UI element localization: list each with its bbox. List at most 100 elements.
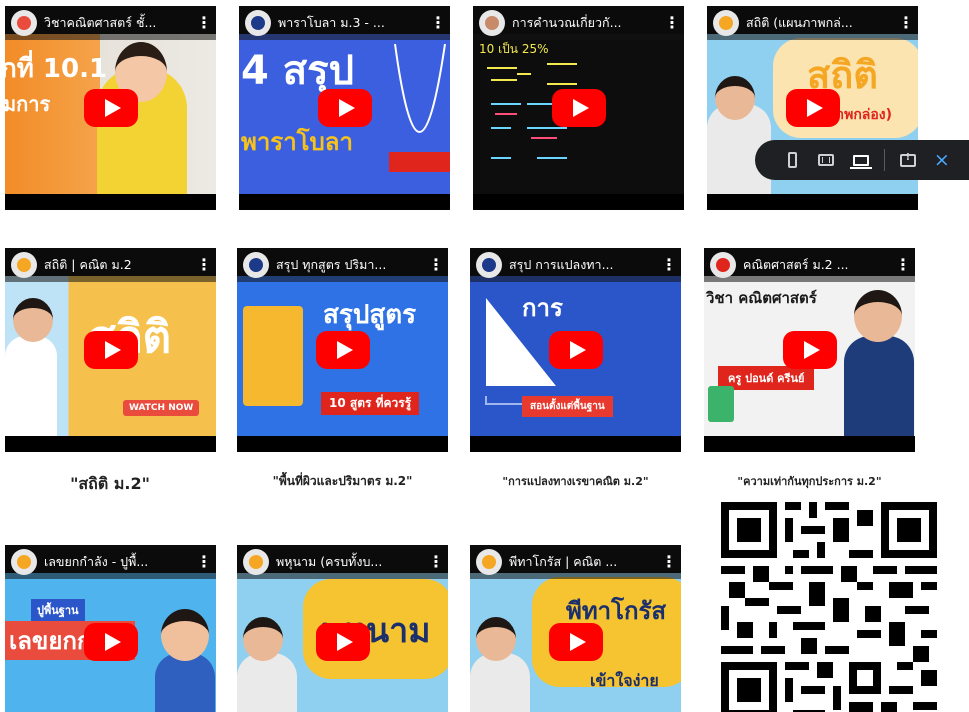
thumbnail-subtext: WATCH NOW <box>123 400 200 416</box>
presenter-image <box>470 653 530 712</box>
channel-avatar[interactable] <box>476 549 502 575</box>
presenter-image <box>155 653 215 712</box>
close-icon: × <box>933 148 950 171</box>
presenter-image <box>5 336 57 436</box>
video-title[interactable]: พหุนาม (ครบทั้งบ... <box>276 552 428 572</box>
video-topbar: สถิติ (แผนภาพกล่... ⋮ <box>707 6 918 40</box>
qr-code <box>721 502 937 712</box>
play-button[interactable] <box>83 622 138 661</box>
more-menu-icon[interactable]: ⋮ <box>661 257 677 273</box>
video-card[interactable]: พหุนาม (ครบทั้งบ... ⋮ พหุนาม <box>237 545 448 712</box>
laptop-icon <box>849 154 872 169</box>
channel-avatar[interactable] <box>11 252 37 278</box>
qr-code-image <box>721 502 937 712</box>
channel-avatar[interactable] <box>243 549 269 575</box>
video-topbar: พหุนาม (ครบทั้งบ... ⋮ <box>237 545 448 579</box>
feedback-button[interactable] <box>891 145 925 175</box>
thumbnail-subtext: มการ <box>5 92 51 116</box>
thumbnail-text: วิชา คณิตศาสตร์ <box>706 289 817 307</box>
presenter-face <box>715 76 755 120</box>
playlist-caption: "ความเท่ากันทุกประการ ม.2" <box>737 475 882 488</box>
video-card[interactable]: สรุป การแปลงทา... ⋮ การ สอนตั้งแต่พื้นฐา… <box>470 248 681 452</box>
presenter-face <box>161 609 209 661</box>
playlist-caption: "พื้นที่ผิวและปริมาตร ม.2" <box>272 474 413 488</box>
more-menu-icon[interactable]: ⋮ <box>664 15 680 31</box>
thumbnail-subtext: 10 สูตร ที่ควรรู้ <box>321 392 420 415</box>
thumbnail-subtext: สอนตั้งแต่พื้นฐาน <box>522 396 613 417</box>
tablet-icon <box>818 154 835 166</box>
more-menu-icon[interactable]: ⋮ <box>196 554 212 570</box>
video-card[interactable]: สรุป ทุกสูตร ปริมา... ⋮ สรุปสูตร 10 สูตร… <box>237 248 448 452</box>
video-card[interactable]: เลขยกกำลัง - ปูพื้... ⋮ ปูพื้นฐาน เลขยกก… <box>5 545 216 712</box>
video-title[interactable]: คณิตศาสตร์ ม.2 ... <box>743 255 895 275</box>
video-card[interactable]: การคำนวณเกี่ยวกั... ⋮ 10 เป็น 25% <box>473 6 684 210</box>
video-card[interactable]: คณิตศาสตร์ ม.2 ... ⋮ วิชา คณิตศาสตร์ ครู… <box>704 248 915 452</box>
more-menu-icon[interactable]: ⋮ <box>196 257 212 273</box>
video-title[interactable]: วิชาคณิตศาสตร์ ชั้... <box>44 13 196 33</box>
calculator-image <box>708 386 734 422</box>
play-button[interactable] <box>548 622 603 661</box>
play-button[interactable] <box>317 89 372 127</box>
thumbnail-subtext: ปูพื้นฐาน <box>31 599 85 621</box>
channel-avatar[interactable] <box>476 252 502 278</box>
video-title[interactable]: สรุป ทุกสูตร ปริมา... <box>276 255 428 275</box>
play-button[interactable] <box>83 89 138 127</box>
video-card[interactable]: พาราโบลา ม.3 - ... ⋮ 4 สรุป พาราโบลา <box>239 6 450 210</box>
video-card[interactable]: สถิติ | คณิต ม.2 ⋮ สถิติ WATCH NOW <box>5 248 216 452</box>
more-menu-icon[interactable]: ⋮ <box>430 15 446 31</box>
device-preview-toolbar: × <box>755 140 969 180</box>
channel-avatar[interactable] <box>479 10 505 36</box>
channel-avatar[interactable] <box>713 10 739 36</box>
video-title[interactable]: สรุป การแปลงทา... <box>509 255 661 275</box>
more-menu-icon[interactable]: ⋮ <box>898 15 914 31</box>
more-menu-icon[interactable]: ⋮ <box>895 257 911 273</box>
video-card[interactable]: วิชาคณิตศาสตร์ ชั้... ⋮ กที่ 10.1 มการ <box>5 6 216 210</box>
channel-avatar[interactable] <box>11 549 37 575</box>
presenter-face <box>476 617 516 661</box>
thumbnail-subtext: เข้าใจง่าย <box>590 671 659 690</box>
video-title[interactable]: พีทาโกรัส | คณิต ... <box>509 552 661 572</box>
play-button[interactable] <box>782 331 837 369</box>
video-topbar: การคำนวณเกี่ยวกั... ⋮ <box>473 6 684 40</box>
video-topbar: สรุป การแปลงทา... ⋮ <box>470 248 681 282</box>
playlist-caption: "การแปลงทางเรขาคณิต ม.2" <box>502 475 649 488</box>
thumbnail-text: การ <box>522 294 563 322</box>
more-menu-icon[interactable]: ⋮ <box>428 257 444 273</box>
presenter-image <box>844 336 914 436</box>
comment-icon <box>899 152 916 167</box>
video-card[interactable]: พีทาโกรัส | คณิต ... ⋮ พีทาโกรัส เข้าใจง… <box>470 545 681 712</box>
play-button[interactable] <box>315 331 370 369</box>
presenter-face <box>13 298 53 342</box>
video-title[interactable]: การคำนวณเกี่ยวกั... <box>512 13 664 33</box>
presenter-image <box>237 653 297 712</box>
more-menu-icon[interactable]: ⋮ <box>196 15 212 31</box>
laptop-view-button[interactable] <box>843 145 877 175</box>
channel-avatar[interactable] <box>243 252 269 278</box>
video-topbar: สถิติ | คณิต ม.2 ⋮ <box>5 248 216 282</box>
channel-avatar[interactable] <box>245 10 271 36</box>
parabola-graph <box>394 43 446 133</box>
more-menu-icon[interactable]: ⋮ <box>661 554 677 570</box>
play-button[interactable] <box>315 622 370 661</box>
video-topbar: คณิตศาสตร์ ม.2 ... ⋮ <box>704 248 915 282</box>
play-button[interactable] <box>785 89 840 127</box>
channel-avatar[interactable] <box>11 10 37 36</box>
duration-badge <box>389 152 450 172</box>
thumbnail-text: สรุปสูตร <box>323 300 417 330</box>
video-title[interactable]: สถิติ (แผนภาพกล่... <box>746 13 898 33</box>
prism-shape <box>243 306 303 406</box>
play-button[interactable] <box>551 89 606 127</box>
presenter-face <box>854 290 902 342</box>
video-topbar: วิชาคณิตศาสตร์ ชั้... ⋮ <box>5 6 216 40</box>
phone-view-button[interactable] <box>775 145 809 175</box>
video-title[interactable]: สถิติ | คณิต ม.2 <box>44 255 196 275</box>
video-title[interactable]: พาราโบลา ม.3 - ... <box>278 13 430 33</box>
video-topbar: พาราโบลา ม.3 - ... ⋮ <box>239 6 450 40</box>
video-title[interactable]: เลขยกกำลัง - ปูพื้... <box>44 552 196 572</box>
close-button[interactable]: × <box>925 145 959 175</box>
more-menu-icon[interactable]: ⋮ <box>428 554 444 570</box>
channel-avatar[interactable] <box>710 252 736 278</box>
tablet-view-button[interactable] <box>809 145 843 175</box>
play-button[interactable] <box>83 331 138 369</box>
play-button[interactable] <box>548 331 603 369</box>
